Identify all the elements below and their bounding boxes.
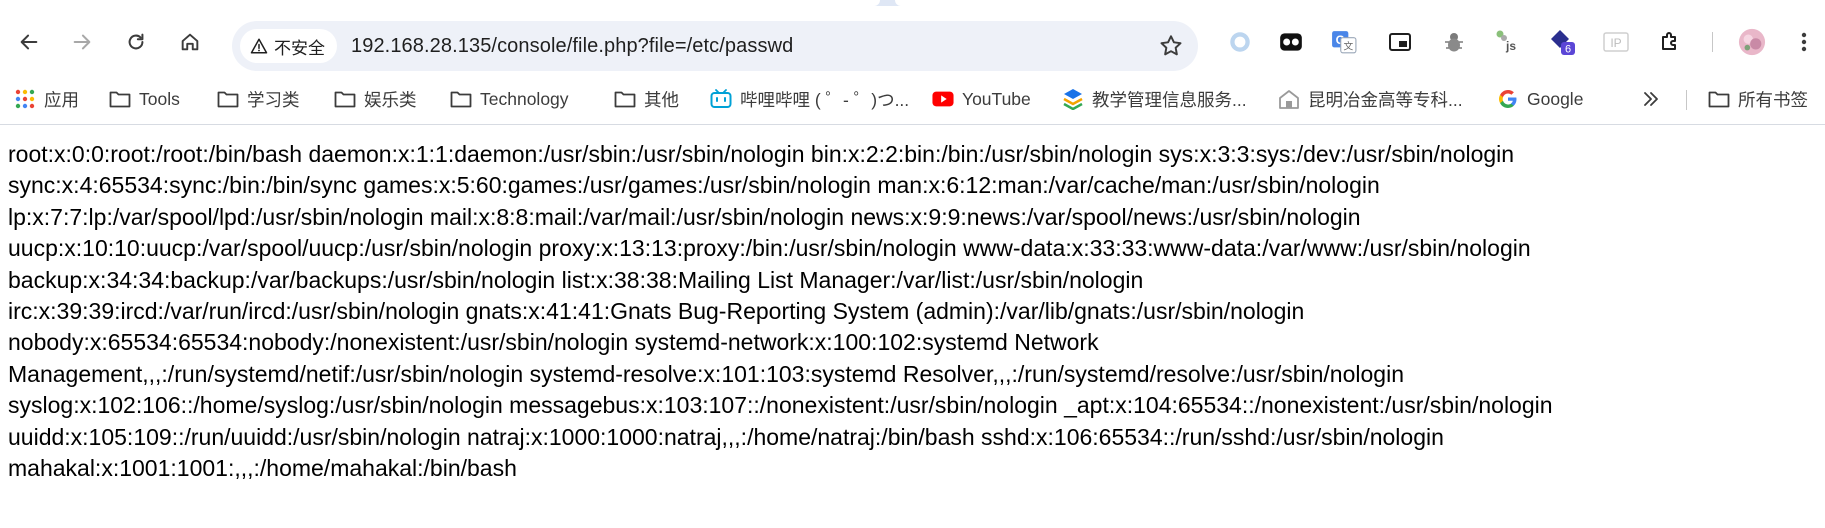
bookmark-label: 应用 [44,89,79,110]
reload-icon [128,33,144,50]
extension-mask-button[interactable] [1277,28,1305,56]
puzzle-icon [1662,32,1676,50]
mask-icon [1280,33,1302,51]
folder-icon [109,88,131,110]
extension-translate-button[interactable]: G文 [1330,28,1358,56]
svg-text:IP: IP [1610,36,1621,50]
edu-icon [1062,88,1084,110]
reload-button[interactable] [119,25,153,59]
bookmark-folder-entertainment[interactable]: 娱乐类 [334,86,417,112]
extension-ip-button[interactable]: IP [1602,28,1630,56]
security-chip[interactable]: 不安全 [240,29,337,63]
bookmark-label: Google [1527,88,1584,109]
star-icon [1160,35,1182,56]
extension-bug-button[interactable] [1440,28,1468,56]
bookmark-edu-system[interactable]: 教学管理信息服务... [1062,86,1247,112]
more-bookmarks-button[interactable] [1640,86,1662,112]
pip-icon [1389,33,1411,51]
folder-icon [1708,88,1730,110]
youtube-icon [932,88,954,110]
security-label: 不安全 [274,38,325,58]
avatar-icon [1738,28,1766,56]
translate-icon: G文 [1332,31,1357,54]
js-icon: js [1496,30,1516,53]
forward-button[interactable] [65,25,99,59]
url-text[interactable]: 192.168.28.135/console/file.php?file=/et… [351,35,793,58]
svg-text:文: 文 [1343,40,1353,53]
bookmark-label: Technology [480,88,569,109]
extensions-menu-button[interactable] [1656,28,1684,56]
bookmark-bilibili[interactable]: 哔哩哔哩 ( ゜- ゜)つ... [710,86,909,112]
picture-in-picture-button[interactable] [1386,28,1414,56]
bookmark-folder-tools[interactable]: Tools [109,86,180,112]
folder-icon [450,88,472,110]
extension-js-button[interactable]: js [1494,28,1522,56]
bookmark-label: 哔哩哔哩 ( ゜- ゜)つ... [740,89,910,110]
all-bookmarks-folder[interactable]: 所有书签 [1708,86,1808,112]
address-bar[interactable]: 不安全 192.168.28.135/console/file.php?file… [232,21,1198,71]
apps-grid-icon [14,88,36,110]
bookmark-label: 昆明冶金高等专科... [1308,89,1463,110]
back-button[interactable] [12,25,46,59]
bug-icon [1445,33,1463,52]
svg-text:js: js [1505,39,1516,53]
home-button[interactable] [173,25,207,59]
warning-icon [250,38,268,54]
bookmark-label: 娱乐类 [364,89,417,110]
bookmark-folder-other[interactable]: 其他 [614,86,679,112]
bilibili-icon [710,88,732,110]
browser-toolbar: 不安全 192.168.28.135/console/file.php?file… [0,6,1825,76]
kebab-menu-icon [1801,32,1807,52]
arrow-right-icon [73,34,91,50]
profile-avatar[interactable] [1738,28,1766,56]
all-bookmarks-label: 所有书签 [1738,89,1808,110]
arrow-left-icon [20,34,38,50]
diamond-icon: 6 [1551,30,1575,56]
bookmark-youtube[interactable]: YouTube [932,86,1031,112]
bookmark-folder-study[interactable]: 学习类 [217,86,300,112]
extension-circle-button[interactable] [1226,28,1254,56]
extension-badge-count: 6 [1565,44,1571,56]
double-chevron-right-icon [1640,88,1662,110]
browser-menu-button[interactable] [1790,28,1818,56]
google-icon [1497,88,1519,110]
extension-badge-button[interactable]: 6 [1548,28,1576,56]
bookmarks-divider [1686,90,1687,110]
folder-icon [334,88,356,110]
bookmarks-bar: 应用 Tools 学习类 娱乐类 Technology 其他 哔哩哔哩 ( ゜-… [0,76,1825,125]
folder-icon [217,88,239,110]
bookmark-label: 其他 [644,89,679,110]
school-icon [1278,88,1300,110]
folder-icon [614,88,636,110]
ring-icon [1230,32,1250,52]
page-content-passwd: root:x:0:0:root:/root:/bin/bash daemon:x… [8,141,1553,482]
bookmark-label: 学习类 [247,89,300,110]
bookmark-label: Tools [139,88,180,109]
home-icon [181,33,199,51]
toolbar-divider [1712,32,1713,52]
bookmark-google[interactable]: Google [1497,86,1583,112]
bookmark-kunming-college[interactable]: 昆明冶金高等专科... [1278,86,1463,112]
bookmark-star-button[interactable] [1158,33,1184,64]
bookmark-label: 教学管理信息服务... [1092,89,1247,110]
bookmark-folder-technology[interactable]: Technology [450,86,569,112]
ip-icon: IP [1603,32,1629,52]
bookmark-apps[interactable]: 应用 [14,86,79,112]
bookmark-label: YouTube [962,88,1031,109]
